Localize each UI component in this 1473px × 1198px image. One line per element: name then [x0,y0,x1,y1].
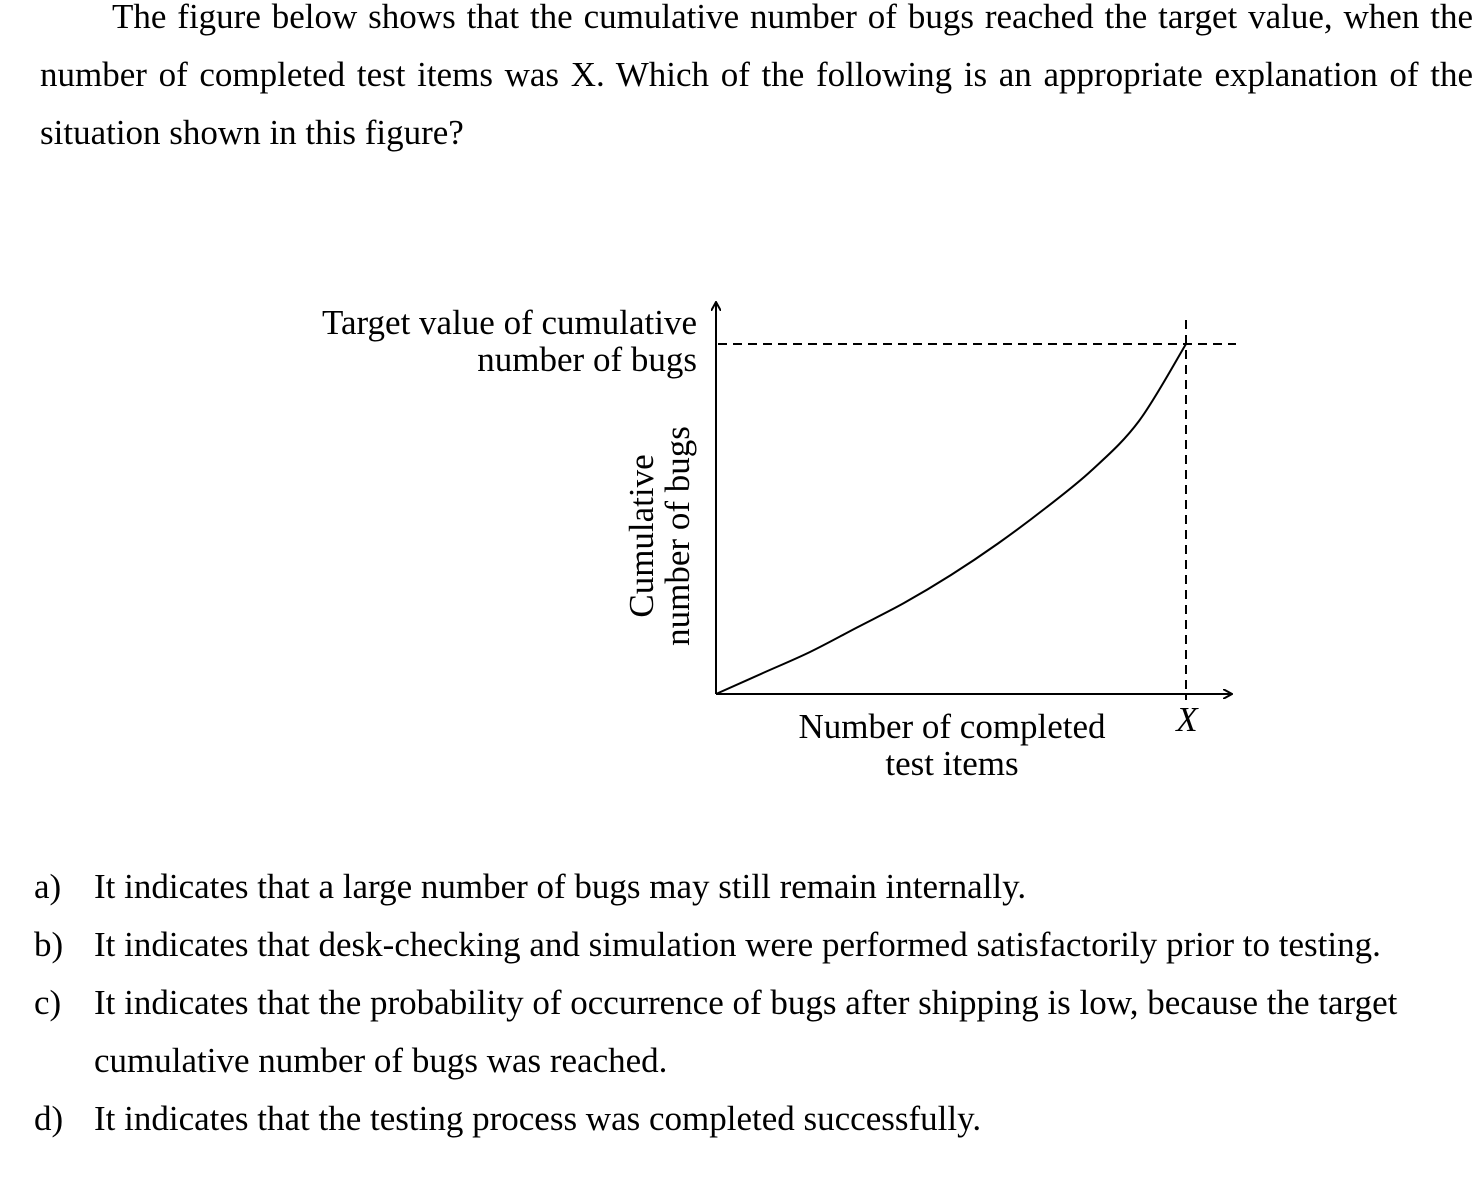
option-letter: a) [34,867,62,906]
option-letter: b) [34,925,64,964]
x-marker-label: X [1174,700,1199,739]
target-label-line2: number of bugs [477,340,697,379]
y-axis-label-line2: number of bugs [658,426,697,646]
y-axis-label-line1: Cumulative [622,454,661,617]
option-letter: d) [34,1099,64,1138]
option-text: It indicates that the probability of occ… [94,983,1398,1080]
option-letter: c) [34,983,62,1022]
option-a[interactable]: a) It indicates that a large number of b… [34,858,1454,916]
option-b[interactable]: b) It indicates that desk-checking and s… [34,916,1454,974]
question-text: The figure below shows that the cumulati… [40,0,1473,152]
answer-options: a) It indicates that a large number of b… [34,858,1454,1148]
target-label-line1: Target value of cumulative [322,303,697,342]
x-axis-label-line2: test items [885,744,1018,783]
option-d[interactable]: d) It indicates that the testing process… [34,1090,1454,1148]
option-text: It indicates that the testing process wa… [94,1099,982,1138]
option-text: It indicates that desk-checking and simu… [94,925,1381,964]
option-text: It indicates that a large number of bugs… [94,867,1027,906]
x-axis-label-line1: Number of completed [798,707,1106,746]
option-c[interactable]: c) It indicates that the probability of … [34,974,1454,1090]
cumulative-bugs-curve [715,343,1187,695]
